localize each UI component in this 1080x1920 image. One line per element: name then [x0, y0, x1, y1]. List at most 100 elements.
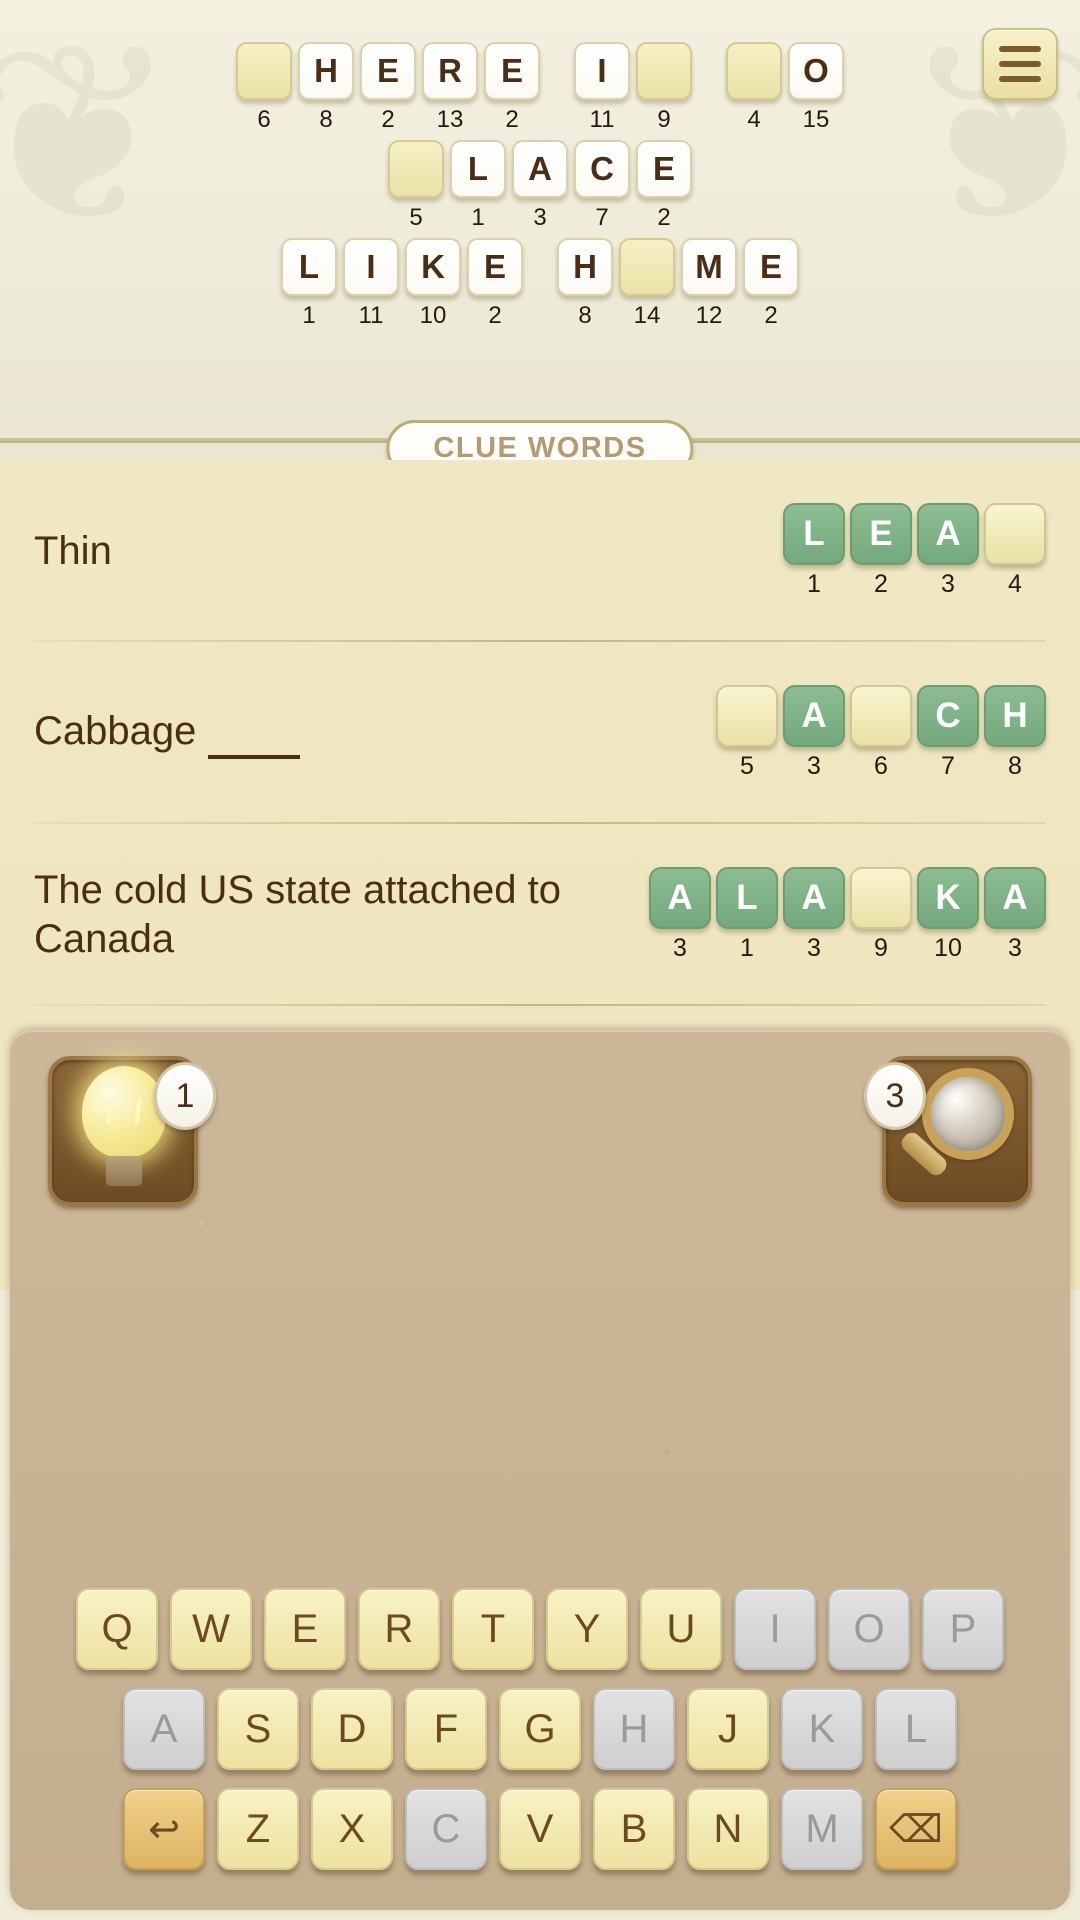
clue-tile-empty[interactable]: [850, 685, 912, 747]
puzzle-cell[interactable]: I 11: [574, 42, 630, 134]
key-i[interactable]: I: [734, 1588, 816, 1670]
clue-tile-filled[interactable]: A: [783, 685, 845, 747]
puzzle-cell[interactable]: L1: [281, 238, 337, 330]
clue-tile-filled[interactable]: A: [783, 867, 845, 929]
clue-cell[interactable]: 9: [850, 867, 912, 963]
puzzle-cell[interactable]: 14: [619, 238, 675, 330]
puzzle-cell[interactable]: M 12: [681, 238, 737, 330]
key-m[interactable]: M: [781, 1788, 863, 1870]
clue-cell[interactable]: E2: [850, 503, 912, 599]
clue-cell[interactable]: 5: [716, 685, 778, 781]
puzzle-tile-letter[interactable]: M: [681, 238, 737, 296]
clue-tile-empty[interactable]: [716, 685, 778, 747]
puzzle-tile-letter[interactable]: I: [343, 238, 399, 296]
key-r[interactable]: R: [358, 1588, 440, 1670]
undo-key[interactable]: ↩: [123, 1788, 205, 1870]
key-s[interactable]: S: [217, 1688, 299, 1770]
clue-cell[interactable]: A3: [917, 503, 979, 599]
key-e[interactable]: E: [264, 1588, 346, 1670]
clue-tile-filled[interactable]: C: [917, 685, 979, 747]
puzzle-cell[interactable]: O 15: [788, 42, 844, 134]
puzzle-tile-letter[interactable]: E: [360, 42, 416, 100]
clue-cell[interactable]: L1: [716, 867, 778, 963]
key-u[interactable]: U: [640, 1588, 722, 1670]
puzzle-tile-letter[interactable]: H: [557, 238, 613, 296]
puzzle-cell[interactable]: E2: [636, 140, 692, 232]
key-o[interactable]: O: [828, 1588, 910, 1670]
key-a[interactable]: A: [123, 1688, 205, 1770]
clue-cell[interactable]: A3: [649, 867, 711, 963]
key-h[interactable]: H: [593, 1688, 675, 1770]
puzzle-cell[interactable]: C7: [574, 140, 630, 232]
hint-powerup-button[interactable]: 1: [48, 1056, 216, 1206]
key-j[interactable]: J: [687, 1688, 769, 1770]
puzzle-cell[interactable]: I 11: [343, 238, 399, 330]
puzzle-tile-letter[interactable]: A: [512, 140, 568, 198]
reveal-powerup-button[interactable]: 3: [864, 1056, 1032, 1206]
clue-tile-filled[interactable]: H: [984, 685, 1046, 747]
clue-tile-filled[interactable]: K: [917, 867, 979, 929]
clue-tile-empty[interactable]: [850, 867, 912, 929]
puzzle-cell[interactable]: 6: [236, 42, 292, 134]
puzzle-cell[interactable]: A3: [512, 140, 568, 232]
clue-tile-filled[interactable]: A: [917, 503, 979, 565]
puzzle-tile-letter[interactable]: E: [743, 238, 799, 296]
puzzle-cell[interactable]: 4: [726, 42, 782, 134]
key-z[interactable]: Z: [217, 1788, 299, 1870]
puzzle-tile-letter[interactable]: E: [484, 42, 540, 100]
puzzle-tile-letter[interactable]: E: [467, 238, 523, 296]
puzzle-cell[interactable]: E2: [484, 42, 540, 134]
key-w[interactable]: W: [170, 1588, 252, 1670]
clue-cell[interactable]: 4: [984, 503, 1046, 599]
puzzle-cell[interactable]: R 13: [422, 42, 478, 134]
puzzle-cell[interactable]: 5: [388, 140, 444, 232]
puzzle-tile-blank[interactable]: [236, 42, 292, 100]
puzzle-tile-letter[interactable]: O: [788, 42, 844, 100]
menu-button[interactable]: [982, 28, 1058, 100]
clue-cell[interactable]: A3: [783, 685, 845, 781]
key-p[interactable]: P: [922, 1588, 1004, 1670]
clue-tile-filled[interactable]: L: [783, 503, 845, 565]
puzzle-tile-letter[interactable]: K: [405, 238, 461, 296]
key-x[interactable]: X: [311, 1788, 393, 1870]
puzzle-tile-blank[interactable]: [388, 140, 444, 198]
clue-tile-empty[interactable]: [984, 503, 1046, 565]
puzzle-cell[interactable]: H8: [557, 238, 613, 330]
key-v[interactable]: V: [499, 1788, 581, 1870]
puzzle-cell[interactable]: H8: [298, 42, 354, 134]
clue-tile-filled[interactable]: E: [850, 503, 912, 565]
key-y[interactable]: Y: [546, 1588, 628, 1670]
puzzle-tile-letter[interactable]: C: [574, 140, 630, 198]
puzzle-tile-letter[interactable]: H: [298, 42, 354, 100]
key-d[interactable]: D: [311, 1688, 393, 1770]
key-g[interactable]: G: [499, 1688, 581, 1770]
puzzle-cell[interactable]: E2: [360, 42, 416, 134]
key-k[interactable]: K: [781, 1688, 863, 1770]
key-t[interactable]: T: [452, 1588, 534, 1670]
clue-cell[interactable]: K 10: [917, 867, 979, 963]
puzzle-cell[interactable]: 9: [636, 42, 692, 134]
puzzle-tile-letter[interactable]: E: [636, 140, 692, 198]
clue-cell[interactable]: C7: [917, 685, 979, 781]
puzzle-cell[interactable]: K 10: [405, 238, 461, 330]
key-n[interactable]: N: [687, 1788, 769, 1870]
clue-row[interactable]: Cabbage 5A36C7H8: [0, 642, 1080, 824]
puzzle-tile-letter[interactable]: I: [574, 42, 630, 100]
clue-cell[interactable]: H8: [984, 685, 1046, 781]
puzzle-tile-blank[interactable]: [636, 42, 692, 100]
puzzle-cell[interactable]: E2: [743, 238, 799, 330]
clue-tile-filled[interactable]: L: [716, 867, 778, 929]
clue-cell[interactable]: 6: [850, 685, 912, 781]
clue-cell[interactable]: L1: [783, 503, 845, 599]
puzzle-tile-blank[interactable]: [726, 42, 782, 100]
clue-row[interactable]: Thin L 1 E 2 A 3 4: [0, 460, 1080, 642]
clue-tile-filled[interactable]: A: [984, 867, 1046, 929]
key-f[interactable]: F: [405, 1688, 487, 1770]
key-b[interactable]: B: [593, 1788, 675, 1870]
clue-cell[interactable]: A3: [984, 867, 1046, 963]
clue-row[interactable]: The cold US state attached to Canada A 3 L 1…: [0, 824, 1080, 1006]
key-c[interactable]: C: [405, 1788, 487, 1870]
clue-tile-filled[interactable]: A: [649, 867, 711, 929]
backspace-key[interactable]: ⌫: [875, 1788, 957, 1870]
puzzle-cell[interactable]: E2: [467, 238, 523, 330]
